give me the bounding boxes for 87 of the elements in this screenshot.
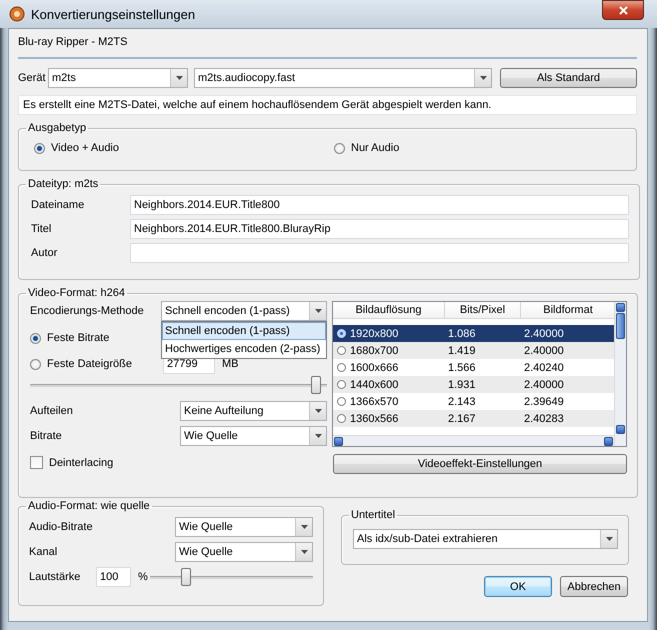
table-cell: 2.40240 [524,362,564,374]
caret-icon [309,427,326,445]
field-label: Encodierungs-Methode [30,305,145,317]
slider-thumb[interactable] [311,376,322,394]
table-cell: 1.419 [448,344,476,356]
field-label: Audio-Bitrate [29,521,94,533]
checkbox-label: Deinterlacing [49,456,114,468]
field-label: Kanal [29,546,58,558]
dialog-button[interactable]: Abbrechen [560,576,628,597]
dropdown-option[interactable]: Schnell encoden (1-pass) [162,322,326,340]
default-button[interactable]: Als Standard [500,68,637,88]
dropdown[interactable]: Wie Quelle [180,426,327,446]
group-title: Ausgabetyp [27,122,88,134]
group-title: Dateityp: m2ts [27,178,100,190]
dropdown[interactable]: Wie Quelle [175,517,313,537]
column-header[interactable]: Bits/Pixel [445,302,521,319]
field-label: Dateiname [31,199,86,211]
text-field[interactable]: 100 [96,567,131,587]
column-header[interactable]: Bildauflösung [333,302,445,319]
caret-icon [295,543,312,561]
table-cell: 2.40283 [524,412,564,424]
table-cell: 1366x570 [350,396,398,408]
radio-label: Video + Audio [51,142,119,154]
table-cell: 1.086 [448,328,476,340]
dropdown[interactable]: m2ts.audiocopy.fast [194,68,492,88]
table-cell: 2.40000 [524,344,564,356]
radio-label: Feste Dateigröße [47,358,132,370]
text-field[interactable] [130,243,629,263]
effects-button[interactable]: Videoeffekt-Einstellungen [333,454,627,474]
table-row[interactable]: 1920x800 1.086 2.40000 [333,325,614,342]
caret-icon [309,302,326,320]
close-icon [618,6,628,14]
app-icon [9,6,25,22]
table-cell: 1600x666 [350,362,398,374]
dropdown[interactable]: Keine Aufteilung [180,401,327,421]
table-cell: 1360x566 [350,412,398,424]
field-label: Lautstärke [29,571,82,583]
slider-thumb[interactable] [180,568,191,586]
caret-icon [170,69,187,87]
field-label: Autor [31,247,58,259]
description-text: Es erstellt eine M2TS-Datei, welche auf einem hochauflösendem Gerät abgespielt werden kann. [18,95,637,115]
vertical-scrollbar[interactable] [614,302,626,446]
group-title: Audio-Format: wie quelle [27,500,151,512]
radio-label: Nur Audio [351,142,400,154]
caret-icon [474,69,491,87]
table-cell: 2.39649 [524,396,564,408]
table-cell: 2.40000 [524,328,564,340]
close-button[interactable] [602,0,644,20]
group-title: Untertitel [350,509,396,521]
table-cell: 1.931 [448,378,476,390]
text-field[interactable]: Neighbors.2014.EUR.Title800 [130,195,629,215]
radio-label: Feste Bitrate [47,332,110,344]
group-title: Video-Format: h264 [27,287,126,299]
unit-label: % [138,571,149,583]
table-cell: 1.566 [448,362,476,374]
checkbox[interactable] [30,456,43,469]
table-cell: 1680x700 [350,344,398,356]
table-cell: 2.167 [448,412,476,424]
section-title: Blu-ray Ripper - M2TS [18,36,128,48]
table-cell: 1440x600 [350,378,398,390]
table-row[interactable]: 1440x600 1.931 2.40000 [333,376,614,393]
dropdown[interactable]: Wie Quelle [175,542,313,562]
field-label: Gerät [18,72,47,84]
text-field[interactable]: Neighbors.2014.EUR.Title800.BlurayRip [130,219,629,239]
column-header[interactable]: Bildformat [521,302,614,319]
window-title: Konvertierungseinstellungen [31,6,196,22]
radio-button[interactable] [334,142,345,154]
table-row[interactable]: 1680x700 1.419 2.40000 [333,342,614,359]
unit-label: MB [222,358,238,370]
caret-icon [600,530,617,548]
radio-button[interactable] [34,142,45,154]
radio-button[interactable] [30,358,41,370]
radio-button[interactable] [30,332,41,344]
table-cell: 2.40000 [524,378,564,390]
table-row[interactable]: 1360x566 2.167 2.40283 [333,410,614,427]
field-label: Titel [31,223,52,235]
caret-icon [295,518,312,536]
table-cell: 1920x800 [350,328,398,340]
field-label: Aufteilen [30,405,74,417]
dropdown[interactable]: m2ts [48,68,188,88]
caret-icon [309,402,326,420]
dropdown[interactable]: Als idx/sub-Datei extrahieren [353,529,618,549]
table-cell: 2.143 [448,396,476,408]
dialog-button[interactable]: OK [484,576,552,597]
horizontal-scrollbar[interactable] [333,435,614,446]
dropdown[interactable]: Schnell encoden (1-pass) [161,301,327,321]
field-label: Bitrate [30,430,63,442]
